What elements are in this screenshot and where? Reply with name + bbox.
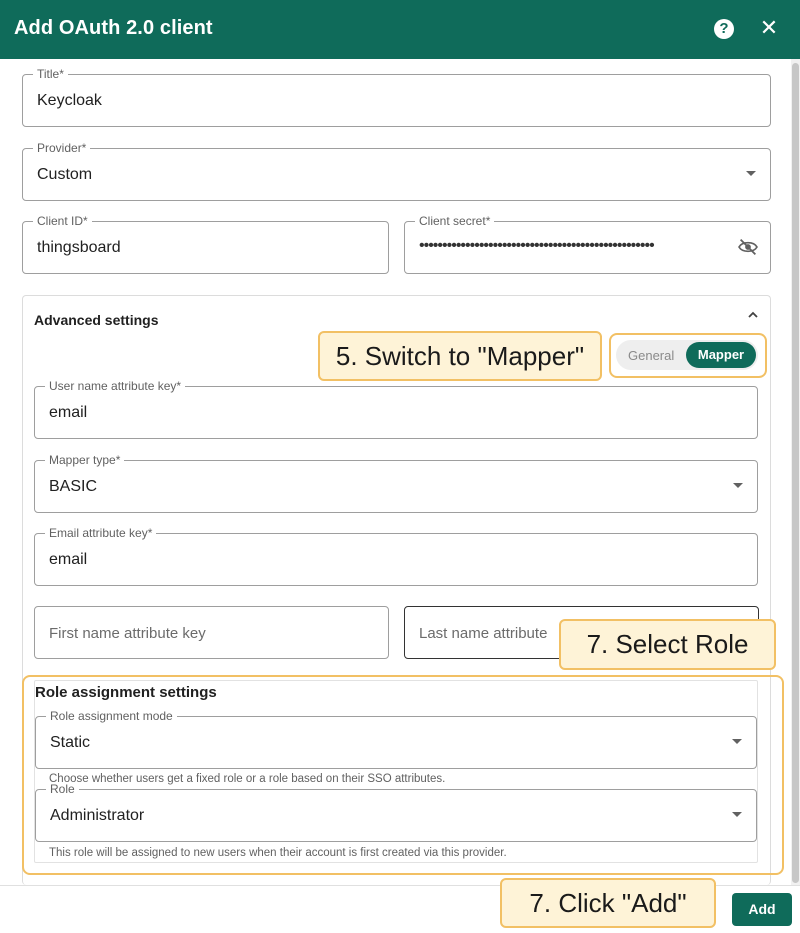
user-name-attribute-key-field[interactable]: User name attribute key* email — [34, 379, 758, 439]
user-name-attribute-key-value: email — [49, 404, 88, 421]
client-secret-field[interactable]: Client secret* •••••••••••••••••••••••••… — [404, 214, 771, 274]
role-value: Administrator — [50, 807, 145, 824]
toggle-mapper[interactable]: Mapper — [686, 342, 756, 368]
first-name-attribute-key-field[interactable]: First name attribute key — [34, 606, 389, 659]
chevron-down-icon — [732, 812, 742, 817]
client-id-value: thingsboard — [37, 239, 121, 256]
visibility-off-icon[interactable] — [738, 238, 758, 256]
role-assignment-mode-value: Static — [50, 734, 91, 751]
email-attribute-key-value: email — [49, 551, 88, 568]
title-label: Title* — [33, 67, 68, 81]
callout-select-role: 7. Select Role — [559, 619, 776, 670]
help-icon[interactable]: ? — [714, 19, 734, 39]
email-attribute-key-label: Email attribute key* — [45, 526, 157, 540]
mapper-type-value: BASIC — [49, 478, 98, 495]
toggle-general[interactable]: General — [628, 348, 674, 363]
chevron-down-icon — [733, 483, 743, 488]
dialog-header: Add OAuth 2.0 client ? ✕ — [0, 0, 800, 59]
callout-switch-mapper: 5. Switch to "Mapper" — [318, 331, 602, 381]
callout-click-add: 7. Click "Add" — [500, 878, 716, 928]
dialog-title: Add OAuth 2.0 client — [14, 17, 213, 39]
role-assignment-mode-select[interactable]: Role assignment mode Static — [35, 709, 757, 769]
role-assignment-mode-label: Role assignment mode — [46, 709, 177, 723]
role-hint: This role will be assigned to new users … — [49, 847, 507, 859]
provider-select[interactable]: Provider* Custom — [22, 141, 771, 201]
role-label: Role — [46, 782, 79, 796]
title-field[interactable]: Title* Keycloak — [22, 67, 771, 127]
first-name-attribute-key-placeholder: First name attribute key — [49, 625, 206, 642]
chevron-down-icon — [732, 739, 742, 744]
add-button[interactable]: Add — [732, 893, 792, 926]
client-secret-label: Client secret* — [415, 214, 495, 228]
provider-value: Custom — [37, 166, 93, 183]
title-value: Keycloak — [37, 92, 102, 109]
general-mapper-toggle[interactable]: General Mapper — [616, 340, 758, 370]
close-icon[interactable]: ✕ — [759, 16, 779, 40]
client-id-field[interactable]: Client ID* thingsboard — [22, 214, 389, 274]
advanced-settings-title: Advanced settings — [34, 312, 159, 328]
mapper-type-select[interactable]: Mapper type* BASIC — [34, 453, 758, 513]
mapper-type-label: Mapper type* — [45, 453, 125, 467]
client-secret-value: ••••••••••••••••••••••••••••••••••••••••… — [419, 237, 655, 254]
chevron-up-icon[interactable] — [746, 308, 760, 322]
provider-label: Provider* — [33, 141, 91, 155]
chevron-down-icon — [746, 171, 756, 176]
role-assignment-mode-hint: Choose whether users get a fixed role or… — [49, 773, 446, 785]
client-id-label: Client ID* — [33, 214, 92, 228]
scrollbar[interactable] — [791, 59, 800, 885]
scrollbar-thumb[interactable] — [792, 63, 799, 883]
user-name-attribute-key-label: User name attribute key* — [45, 379, 186, 393]
role-assignment-title: Role assignment settings — [35, 684, 217, 701]
email-attribute-key-field[interactable]: Email attribute key* email — [34, 526, 758, 586]
last-name-attribute-key-placeholder: Last name attribute — [419, 625, 548, 642]
role-select[interactable]: Role Administrator — [35, 782, 757, 842]
